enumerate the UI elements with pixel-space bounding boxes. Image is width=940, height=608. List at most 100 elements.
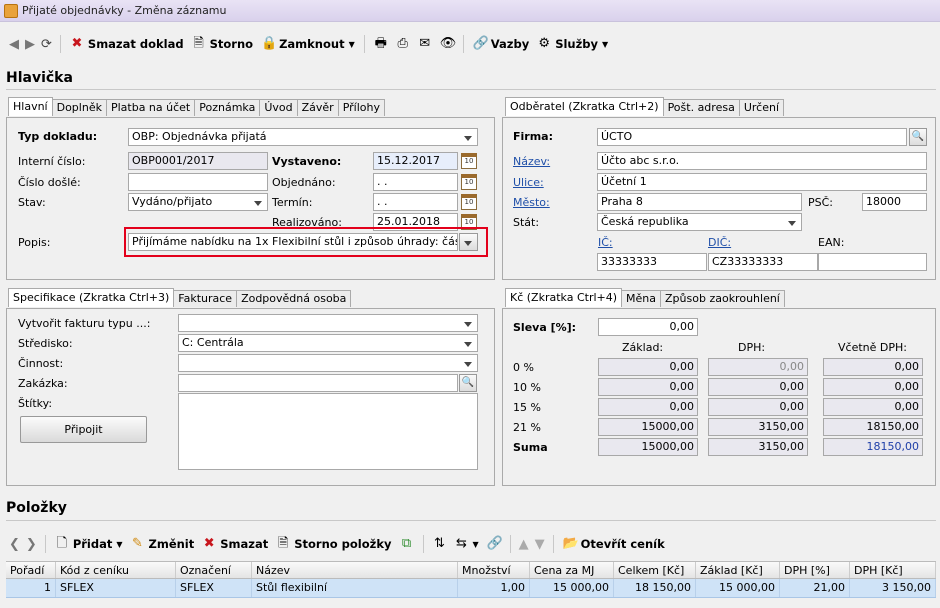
dic-label[interactable]: DIČ:: [708, 236, 731, 249]
chevron-right-icon[interactable]: ❯: [23, 537, 40, 552]
objednano-label: Objednáno:: [272, 176, 336, 189]
tab-prilohy[interactable]: Přílohy: [337, 99, 385, 116]
view-icon[interactable]: 👁: [436, 33, 458, 55]
calendar-icon[interactable]: 10: [461, 194, 477, 210]
delete-document-button[interactable]: ✖ Smazat doklad: [66, 33, 188, 55]
dic-field[interactable]: CZ33333333: [708, 253, 818, 271]
tab-post-adresa[interactable]: Pošt. adresa: [662, 99, 740, 116]
transfer-icon[interactable]: ⇆ ▼: [451, 533, 483, 555]
refresh-icon[interactable]: ⟳: [38, 37, 55, 52]
tab-odberatel[interactable]: Odběratel (Zkratka Ctrl+2): [505, 97, 664, 116]
column-header[interactable]: Cena za MJ: [530, 562, 614, 578]
column-header[interactable]: DPH [Kč]: [850, 562, 936, 578]
tab-mena[interactable]: Měna: [621, 290, 662, 307]
ulice-label[interactable]: Ulice:: [513, 176, 544, 189]
objednano-field[interactable]: . .: [373, 173, 458, 191]
links-button[interactable]: 🔗 Vazby: [469, 33, 533, 55]
nazev-field[interactable]: Účto abc s.r.o.: [597, 152, 927, 170]
tab-platba[interactable]: Platba na účet: [105, 99, 196, 116]
sort-icon[interactable]: ⇅: [429, 533, 451, 555]
ean-field[interactable]: [818, 253, 927, 271]
termin-field[interactable]: . .: [373, 193, 458, 211]
column-header[interactable]: Základ [Kč]: [696, 562, 780, 578]
partner-tabs: Odběratel (Zkratka Ctrl+2) Pošt. adresa …: [505, 97, 785, 116]
mesto-label[interactable]: Město:: [513, 196, 550, 209]
delete-item-button[interactable]: ✖ Smazat: [198, 533, 272, 555]
tab-zpusob-zaokrouhleni[interactable]: Způsob zaokrouhlení: [660, 290, 785, 307]
vystaveno-field[interactable]: 15.12.2017: [373, 152, 458, 170]
column-header[interactable]: Pořadí: [6, 562, 56, 578]
title-bar: Přijaté objednávky - Změna záznamu: [0, 0, 940, 22]
stredisko-select[interactable]: C: Centrála: [178, 334, 478, 352]
ulice-field[interactable]: Účetní 1: [597, 173, 927, 191]
zakazka-search-icon[interactable]: 🔍: [459, 374, 477, 392]
psc-field[interactable]: 18000: [862, 193, 927, 211]
vat-row-dph: 0,00: [708, 378, 808, 396]
stav-label: Stav:: [18, 196, 46, 209]
sleva-field[interactable]: 0,00: [598, 318, 698, 336]
firma-search-icon[interactable]: 🔍: [909, 128, 927, 146]
popis-field[interactable]: Přijímáme nabídku na 1x Flexibilní stůl …: [128, 233, 458, 251]
tab-fakturace[interactable]: Fakturace: [173, 290, 238, 307]
tab-hlavni[interactable]: Hlavní: [8, 97, 53, 116]
move-up-icon[interactable]: ▲: [516, 537, 532, 552]
typ-dokladu-label: Typ dokladu:: [18, 130, 98, 143]
column-header[interactable]: Celkem [Kč]: [614, 562, 696, 578]
tab-kc[interactable]: Kč (Zkratka Ctrl+4): [505, 288, 623, 307]
link-icon[interactable]: 🔗: [483, 533, 505, 555]
stat-label: Stát:: [513, 216, 540, 229]
ic-field[interactable]: 33333333: [597, 253, 707, 271]
forward-icon[interactable]: ▶: [22, 37, 38, 52]
move-down-icon[interactable]: ▼: [532, 537, 548, 552]
services-button[interactable]: ⚙ Služby ▼: [533, 33, 612, 55]
ean-label: EAN:: [818, 236, 845, 249]
mesto-field[interactable]: Praha 8: [597, 193, 802, 211]
back-icon[interactable]: ◀: [6, 37, 22, 52]
tab-zodpovedna-osoba[interactable]: Zodpovědná osoba: [236, 290, 352, 307]
calendar-icon[interactable]: 10: [461, 174, 477, 190]
storno-button[interactable]: 🗎 Storno: [188, 33, 257, 55]
print-preview-icon[interactable]: 🖶: [370, 33, 392, 55]
stredisko-label: Středisko:: [18, 337, 73, 350]
vytvorit-fakturu-select[interactable]: [178, 314, 478, 332]
stitky-label: Štítky:: [18, 397, 53, 410]
vat-row-label: 0 %: [513, 361, 534, 374]
column-header[interactable]: Množství: [458, 562, 530, 578]
tab-uvod[interactable]: Úvod: [259, 99, 298, 116]
open-pricelist-button[interactable]: 📂 Otevřít ceník: [559, 533, 669, 555]
stitky-field[interactable]: [178, 393, 478, 470]
add-item-button[interactable]: 🗋 Přidat ▼: [51, 533, 127, 555]
tab-urceni[interactable]: Určení: [738, 99, 785, 116]
ic-label[interactable]: IČ:: [598, 236, 613, 249]
pripojit-button[interactable]: Připojit: [20, 416, 147, 443]
cell-oznaceni: SFLEX: [176, 579, 252, 597]
cislo-dosle-field[interactable]: [128, 173, 268, 191]
stav-select[interactable]: Vydáno/přijato: [128, 193, 268, 211]
email-icon[interactable]: ✉: [414, 33, 436, 55]
tab-doplnek[interactable]: Doplněk: [51, 99, 107, 116]
popis-dropdown-button[interactable]: [459, 233, 478, 251]
tab-poznamka[interactable]: Poznámka: [194, 99, 261, 116]
edit-item-button[interactable]: ✎ Změnit: [127, 533, 199, 555]
lock-button[interactable]: 🔒 Zamknout ▼: [257, 33, 359, 55]
zakazka-field[interactable]: [178, 374, 458, 392]
nazev-label[interactable]: Název:: [513, 155, 550, 168]
tab-specifikace[interactable]: Specifikace (Zkratka Ctrl+3): [8, 288, 175, 307]
typ-dokladu-select[interactable]: OBP: Objednávka přijatá: [128, 128, 478, 146]
storno-item-button[interactable]: 🗎 Storno položky: [272, 533, 395, 555]
tab-zaver[interactable]: Závěr: [296, 99, 339, 116]
firma-field[interactable]: ÚCTO: [597, 128, 907, 146]
chevron-left-icon[interactable]: ❮: [6, 537, 23, 552]
column-header[interactable]: Název: [252, 562, 458, 578]
cinnost-select[interactable]: [178, 354, 478, 372]
column-header[interactable]: Kód z ceníku: [56, 562, 176, 578]
column-header[interactable]: DPH [%]: [780, 562, 850, 578]
print-icon[interactable]: ⎙: [392, 33, 414, 55]
table-row[interactable]: 1 SFLEX SFLEX Stůl flexibilní 1,00 15 00…: [6, 579, 936, 598]
column-header[interactable]: Označení: [176, 562, 252, 578]
copy-icon[interactable]: ⧉: [396, 533, 418, 555]
items-title: Položky: [6, 500, 67, 516]
pencil-icon: ✎: [132, 536, 143, 551]
calendar-icon[interactable]: 10: [461, 153, 477, 169]
stat-select[interactable]: Česká republika: [597, 213, 802, 231]
